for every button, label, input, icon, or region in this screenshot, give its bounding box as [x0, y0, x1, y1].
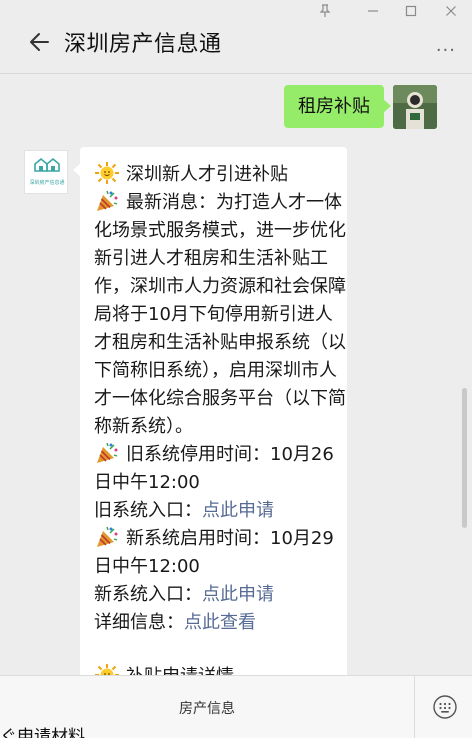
new-entry-label: 新系统入口：: [94, 584, 202, 605]
user-avatar[interactable]: [393, 85, 437, 129]
avatar-brand-text: 深圳房产信息通: [29, 180, 65, 186]
reply-paragraph: 最新消息：为打造人才一体化场景式服务模式，进一步优化新引进人才租房和生活补贴工作…: [94, 192, 346, 437]
reply-message-bubble: 深圳新人才引进补贴 最新消息：为打造人才一体化场景式服务模式，进一步优化新引进人…: [73, 147, 347, 675]
new-entry-link[interactable]: 点此申请: [202, 584, 274, 605]
detail-line: 详细信息：点此查看: [94, 609, 347, 637]
sent-message-bubble[interactable]: 租房补贴: [284, 85, 391, 128]
old-entry-label: 旧系统入口：: [94, 500, 202, 521]
back-arrow-icon[interactable]: [26, 28, 54, 56]
section2-heading: 补贴申请详情: [126, 666, 234, 675]
section2-line: 补贴申请详情: [94, 663, 347, 675]
sun-emoji-icon: [94, 161, 120, 185]
old-stop-line: 旧系统停用时间：10月26日中午12:00: [94, 441, 347, 497]
detail-label: 详细信息：: [94, 612, 184, 633]
party-popper-icon: [94, 189, 120, 213]
pin-icon[interactable]: [314, 4, 336, 22]
detail-link[interactable]: 点此查看: [184, 612, 256, 633]
party-popper-icon: [94, 525, 120, 549]
old-stop-text: 旧系统停用时间：10月26日中午12:00: [94, 444, 334, 493]
overflow-text: ぐ申请材料: [0, 727, 85, 738]
party-popper-icon: [94, 441, 120, 465]
new-start-text: 新系统启用时间：10月29日中午12:00: [94, 528, 334, 577]
reply-heading: 深圳新人才引进补贴: [126, 164, 288, 185]
maximize-icon[interactable]: [400, 4, 422, 22]
reply-paragraph-line: 最新消息：为打造人才一体化场景式服务模式，进一步优化新引进人才租房和生活补贴工作…: [94, 189, 347, 441]
chat-area[interactable]: 租房补贴 深圳房产信息通 深圳新人才引进补贴 最新消息：为打造人才一体化场景式服…: [0, 75, 472, 675]
official-account-avatar[interactable]: 深圳房产信息通: [24, 150, 68, 194]
keyboard-icon[interactable]: [432, 694, 458, 720]
new-entry-line: 新系统入口：点此申请: [94, 581, 347, 609]
more-options-icon[interactable]: ···: [436, 40, 456, 61]
sun-emoji-icon: [94, 663, 120, 675]
minimize-icon[interactable]: [362, 4, 384, 22]
reply-heading-line: 深圳新人才引进补贴: [94, 161, 347, 189]
title-bar: 深圳房产信息通 ···: [0, 0, 472, 74]
menu-item-property-info[interactable]: 房产信息: [0, 698, 414, 718]
old-entry-line: 旧系统入口：点此申请: [94, 497, 347, 525]
old-entry-link[interactable]: 点此申请: [202, 500, 274, 521]
chat-title: 深圳房产信息通: [64, 32, 222, 57]
chat-scrollbar[interactable]: [462, 388, 467, 528]
close-icon[interactable]: [440, 4, 462, 22]
new-start-line: 新系统启用时间：10月29日中午12:00: [94, 525, 347, 581]
menu-divider: [414, 676, 415, 738]
